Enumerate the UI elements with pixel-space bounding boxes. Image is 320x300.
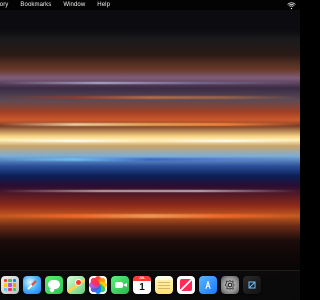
facetime-camera <box>115 282 123 288</box>
notes-lines <box>158 282 170 291</box>
calendar-icon[interactable]: JUL 1 <box>133 276 151 294</box>
launchpad-icon[interactable] <box>1 276 19 294</box>
system-settings-icon[interactable] <box>221 276 239 294</box>
wallpaper-streak <box>0 96 300 99</box>
menu-window[interactable]: Window <box>63 0 85 10</box>
menu-bar: tory Bookmarks Window Help <box>0 0 300 10</box>
wifi-icon[interactable] <box>287 1 296 10</box>
news-mark <box>180 279 192 291</box>
wallpaper-streak <box>0 82 300 84</box>
menu-bar-status-area <box>287 1 298 10</box>
maps-pin <box>76 280 81 285</box>
safari-icon[interactable] <box>23 276 41 294</box>
wallpaper-streak <box>0 140 300 142</box>
notes-icon[interactable] <box>155 276 173 294</box>
app-store-a-icon <box>205 280 211 290</box>
launchpad-tile <box>12 283 16 287</box>
launchpad-tile <box>8 287 12 291</box>
maps-icon[interactable] <box>67 276 85 294</box>
calendar-day: 1 <box>139 282 145 293</box>
facetime-icon[interactable] <box>111 276 129 294</box>
app-mark-icon <box>248 281 256 289</box>
launchpad-tile <box>12 279 16 283</box>
launchpad-tile <box>4 279 8 283</box>
launchpad-tile <box>4 283 8 287</box>
facetime-lens <box>123 283 127 287</box>
menu-help[interactable]: Help <box>97 0 110 10</box>
menu-bookmarks[interactable]: Bookmarks <box>20 0 51 10</box>
photos-icon[interactable] <box>89 276 107 294</box>
app-store-icon[interactable] <box>199 276 217 294</box>
menu-history[interactable]: tory <box>0 0 8 10</box>
desktop: tory Bookmarks Window Help <box>0 0 300 300</box>
wallpaper-streak <box>0 214 300 218</box>
launchpad-tile <box>8 279 12 283</box>
notes-top <box>155 276 173 280</box>
safari-needle <box>27 280 37 290</box>
launchpad-tile <box>8 283 12 287</box>
app-icon[interactable] <box>243 276 261 294</box>
desktop-wallpaper <box>0 0 300 300</box>
launchpad-grid <box>4 279 16 291</box>
launchpad-tile <box>12 287 16 291</box>
messages-icon[interactable] <box>45 276 63 294</box>
news-icon[interactable] <box>177 276 195 294</box>
wallpaper-streak <box>0 190 300 192</box>
wallpaper-streak <box>0 123 300 126</box>
maps-road <box>67 276 85 294</box>
wallpaper-streak <box>0 158 300 161</box>
launchpad-tile <box>4 287 8 291</box>
gear-icon <box>225 280 235 290</box>
dock-icons: JUL 1 <box>0 274 300 296</box>
